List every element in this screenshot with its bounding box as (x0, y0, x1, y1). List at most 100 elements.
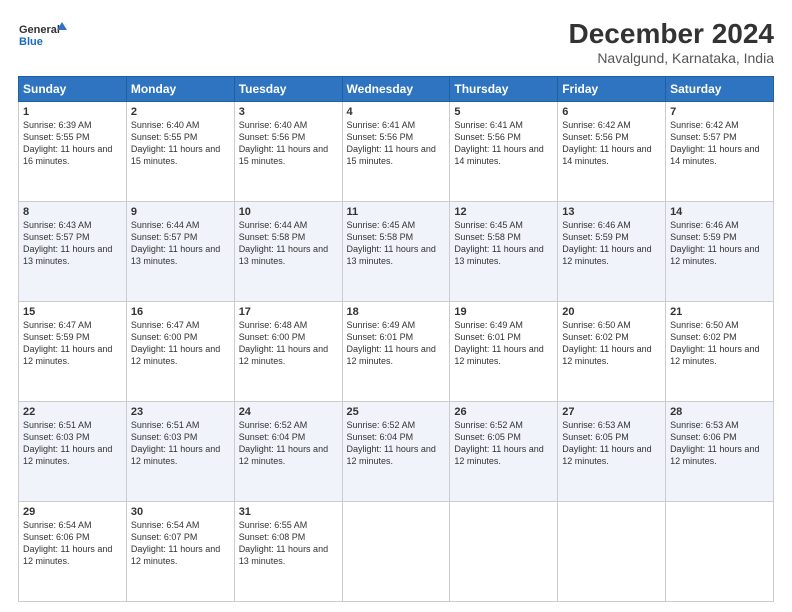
day-info: Sunrise: 6:44 AMSunset: 5:57 PMDaylight:… (131, 219, 230, 268)
day-info: Sunrise: 6:52 AMSunset: 6:04 PMDaylight:… (347, 419, 446, 468)
header: General Blue December 2024 Navalgund, Ka… (18, 18, 774, 66)
day-number: 17 (239, 306, 338, 318)
calendar-day-cell: 8Sunrise: 6:43 AMSunset: 5:57 PMDaylight… (19, 202, 127, 302)
day-number: 2 (131, 106, 230, 118)
calendar-day-cell: 20Sunrise: 6:50 AMSunset: 6:02 PMDayligh… (558, 302, 666, 402)
day-info: Sunrise: 6:45 AMSunset: 5:58 PMDaylight:… (454, 219, 553, 268)
main-title: December 2024 (569, 18, 774, 50)
calendar-day-cell: 24Sunrise: 6:52 AMSunset: 6:04 PMDayligh… (234, 402, 342, 502)
calendar-day-cell: 23Sunrise: 6:51 AMSunset: 6:03 PMDayligh… (126, 402, 234, 502)
day-number: 26 (454, 406, 553, 418)
calendar-day-cell: 1Sunrise: 6:39 AMSunset: 5:55 PMDaylight… (19, 102, 127, 202)
day-number: 10 (239, 206, 338, 218)
day-number: 8 (23, 206, 122, 218)
day-info: Sunrise: 6:46 AMSunset: 5:59 PMDaylight:… (670, 219, 769, 268)
calendar-day-cell: 26Sunrise: 6:52 AMSunset: 6:05 PMDayligh… (450, 402, 558, 502)
day-info: Sunrise: 6:51 AMSunset: 6:03 PMDaylight:… (131, 419, 230, 468)
calendar-day-cell: 15Sunrise: 6:47 AMSunset: 5:59 PMDayligh… (19, 302, 127, 402)
day-number: 15 (23, 306, 122, 318)
day-number: 19 (454, 306, 553, 318)
day-number: 27 (562, 406, 661, 418)
day-number: 21 (670, 306, 769, 318)
day-number: 29 (23, 506, 122, 518)
day-info: Sunrise: 6:52 AMSunset: 6:04 PMDaylight:… (239, 419, 338, 468)
day-number: 14 (670, 206, 769, 218)
day-info: Sunrise: 6:54 AMSunset: 6:07 PMDaylight:… (131, 519, 230, 568)
day-info: Sunrise: 6:53 AMSunset: 6:06 PMDaylight:… (670, 419, 769, 468)
day-number: 24 (239, 406, 338, 418)
general-blue-logo-icon: General Blue (18, 18, 68, 54)
calendar-day-cell: 10Sunrise: 6:44 AMSunset: 5:58 PMDayligh… (234, 202, 342, 302)
day-info: Sunrise: 6:54 AMSunset: 6:06 PMDaylight:… (23, 519, 122, 568)
day-info: Sunrise: 6:41 AMSunset: 5:56 PMDaylight:… (454, 119, 553, 168)
calendar-day-cell: 18Sunrise: 6:49 AMSunset: 6:01 PMDayligh… (342, 302, 450, 402)
calendar-day-cell: 4Sunrise: 6:41 AMSunset: 5:56 PMDaylight… (342, 102, 450, 202)
calendar-day-cell: 11Sunrise: 6:45 AMSunset: 5:58 PMDayligh… (342, 202, 450, 302)
col-saturday: Saturday (666, 77, 774, 102)
col-friday: Friday (558, 77, 666, 102)
day-info: Sunrise: 6:47 AMSunset: 6:00 PMDaylight:… (131, 319, 230, 368)
day-number: 18 (347, 306, 446, 318)
calendar-day-cell: 25Sunrise: 6:52 AMSunset: 6:04 PMDayligh… (342, 402, 450, 502)
calendar-day-cell: 27Sunrise: 6:53 AMSunset: 6:05 PMDayligh… (558, 402, 666, 502)
day-info: Sunrise: 6:41 AMSunset: 5:56 PMDaylight:… (347, 119, 446, 168)
day-info: Sunrise: 6:48 AMSunset: 6:00 PMDaylight:… (239, 319, 338, 368)
day-info: Sunrise: 6:40 AMSunset: 5:55 PMDaylight:… (131, 119, 230, 168)
calendar-day-cell: 19Sunrise: 6:49 AMSunset: 6:01 PMDayligh… (450, 302, 558, 402)
calendar-day-cell: 5Sunrise: 6:41 AMSunset: 5:56 PMDaylight… (450, 102, 558, 202)
calendar-day-cell (342, 502, 450, 602)
calendar-week-row: 8Sunrise: 6:43 AMSunset: 5:57 PMDaylight… (19, 202, 774, 302)
calendar-day-cell: 30Sunrise: 6:54 AMSunset: 6:07 PMDayligh… (126, 502, 234, 602)
day-number: 7 (670, 106, 769, 118)
day-info: Sunrise: 6:51 AMSunset: 6:03 PMDaylight:… (23, 419, 122, 468)
day-info: Sunrise: 6:49 AMSunset: 6:01 PMDaylight:… (454, 319, 553, 368)
day-info: Sunrise: 6:53 AMSunset: 6:05 PMDaylight:… (562, 419, 661, 468)
col-thursday: Thursday (450, 77, 558, 102)
calendar-day-cell: 12Sunrise: 6:45 AMSunset: 5:58 PMDayligh… (450, 202, 558, 302)
calendar-day-cell (558, 502, 666, 602)
calendar-day-cell: 21Sunrise: 6:50 AMSunset: 6:02 PMDayligh… (666, 302, 774, 402)
day-info: Sunrise: 6:50 AMSunset: 6:02 PMDaylight:… (562, 319, 661, 368)
calendar-day-cell: 22Sunrise: 6:51 AMSunset: 6:03 PMDayligh… (19, 402, 127, 502)
calendar-day-cell: 14Sunrise: 6:46 AMSunset: 5:59 PMDayligh… (666, 202, 774, 302)
calendar-day-cell: 29Sunrise: 6:54 AMSunset: 6:06 PMDayligh… (19, 502, 127, 602)
day-number: 4 (347, 106, 446, 118)
day-number: 9 (131, 206, 230, 218)
day-info: Sunrise: 6:50 AMSunset: 6:02 PMDaylight:… (670, 319, 769, 368)
day-info: Sunrise: 6:47 AMSunset: 5:59 PMDaylight:… (23, 319, 122, 368)
day-number: 28 (670, 406, 769, 418)
day-info: Sunrise: 6:43 AMSunset: 5:57 PMDaylight:… (23, 219, 122, 268)
day-info: Sunrise: 6:42 AMSunset: 5:57 PMDaylight:… (670, 119, 769, 168)
col-tuesday: Tuesday (234, 77, 342, 102)
day-info: Sunrise: 6:49 AMSunset: 6:01 PMDaylight:… (347, 319, 446, 368)
calendar-day-cell: 2Sunrise: 6:40 AMSunset: 5:55 PMDaylight… (126, 102, 234, 202)
calendar-day-cell: 28Sunrise: 6:53 AMSunset: 6:06 PMDayligh… (666, 402, 774, 502)
day-info: Sunrise: 6:42 AMSunset: 5:56 PMDaylight:… (562, 119, 661, 168)
day-info: Sunrise: 6:39 AMSunset: 5:55 PMDaylight:… (23, 119, 122, 168)
calendar-week-row: 15Sunrise: 6:47 AMSunset: 5:59 PMDayligh… (19, 302, 774, 402)
day-number: 23 (131, 406, 230, 418)
calendar-header-row: Sunday Monday Tuesday Wednesday Thursday… (19, 77, 774, 102)
calendar-day-cell (450, 502, 558, 602)
calendar-day-cell: 6Sunrise: 6:42 AMSunset: 5:56 PMDaylight… (558, 102, 666, 202)
day-info: Sunrise: 6:52 AMSunset: 6:05 PMDaylight:… (454, 419, 553, 468)
page: General Blue December 2024 Navalgund, Ka… (0, 0, 792, 612)
calendar-day-cell: 7Sunrise: 6:42 AMSunset: 5:57 PMDaylight… (666, 102, 774, 202)
calendar-day-cell: 16Sunrise: 6:47 AMSunset: 6:00 PMDayligh… (126, 302, 234, 402)
calendar-week-row: 29Sunrise: 6:54 AMSunset: 6:06 PMDayligh… (19, 502, 774, 602)
day-number: 1 (23, 106, 122, 118)
calendar-day-cell: 31Sunrise: 6:55 AMSunset: 6:08 PMDayligh… (234, 502, 342, 602)
calendar-day-cell: 9Sunrise: 6:44 AMSunset: 5:57 PMDaylight… (126, 202, 234, 302)
svg-text:General: General (19, 24, 60, 36)
day-number: 12 (454, 206, 553, 218)
day-number: 6 (562, 106, 661, 118)
col-sunday: Sunday (19, 77, 127, 102)
day-number: 20 (562, 306, 661, 318)
day-number: 25 (347, 406, 446, 418)
day-number: 16 (131, 306, 230, 318)
day-number: 11 (347, 206, 446, 218)
calendar-day-cell: 13Sunrise: 6:46 AMSunset: 5:59 PMDayligh… (558, 202, 666, 302)
svg-text:Blue: Blue (19, 36, 43, 48)
day-info: Sunrise: 6:55 AMSunset: 6:08 PMDaylight:… (239, 519, 338, 568)
calendar-week-row: 22Sunrise: 6:51 AMSunset: 6:03 PMDayligh… (19, 402, 774, 502)
